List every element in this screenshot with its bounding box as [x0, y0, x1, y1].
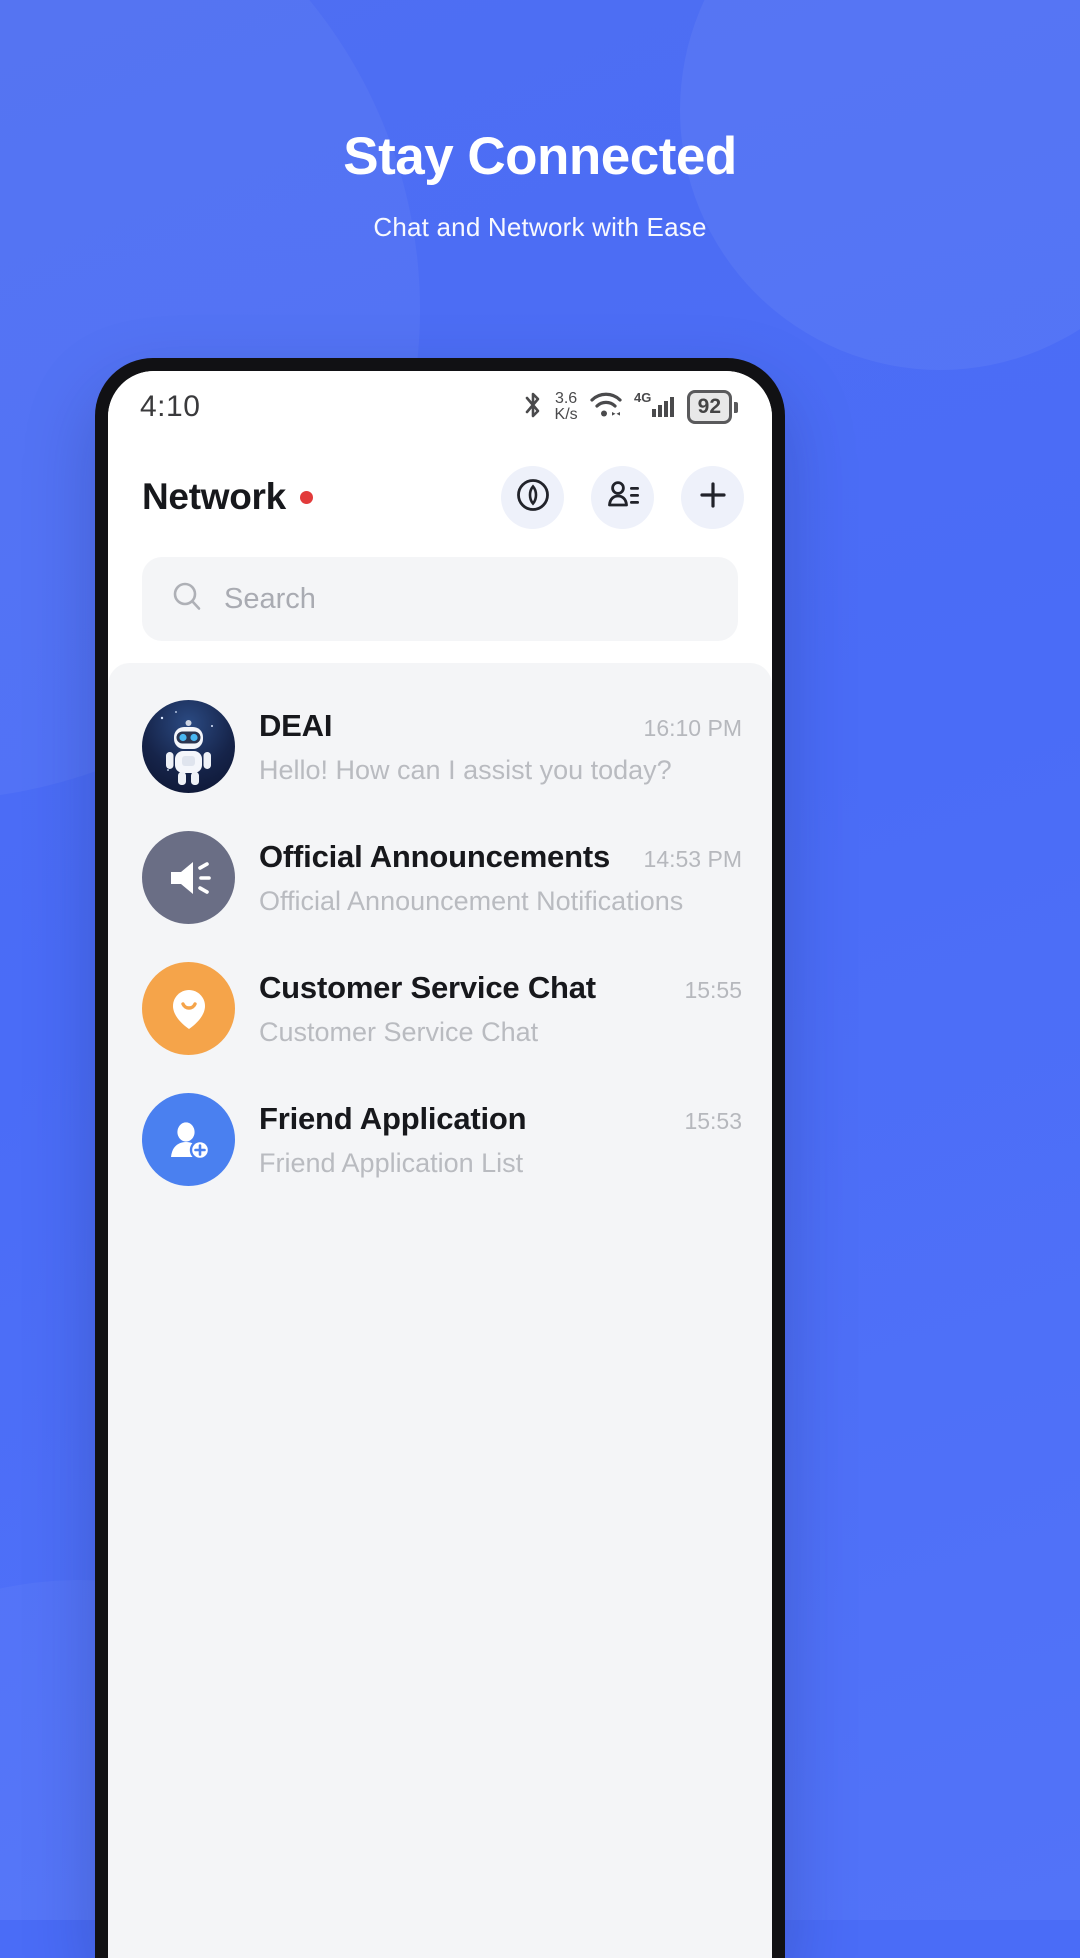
chat-list-item-friend-application[interactable]: Friend Application 15:53 Friend Applicat…: [108, 1074, 772, 1205]
page-title: Network: [142, 476, 286, 517]
chat-row-content: DEAI 16:10 PM Hello! How can I assist yo…: [259, 708, 742, 786]
status-bar: 4:10 3.6 K/s 4G 92: [108, 371, 772, 443]
chat-time: 15:53: [684, 1107, 742, 1134]
app-header: Network: [108, 443, 772, 551]
chat-list-item-official-announcements[interactable]: Official Announcements 14:53 PM Official…: [108, 812, 772, 943]
chat-preview: Official Announcement Notifications: [259, 885, 684, 916]
search-icon: [170, 580, 204, 619]
hero-section: Stay Connected Chat and Network with Eas…: [0, 127, 1080, 243]
plus-icon: [694, 476, 732, 519]
chat-name: DEAI: [259, 707, 333, 743]
hero-subtitle: Chat and Network with Ease: [373, 212, 707, 243]
phone-screen: 4:10 3.6 K/s 4G 92 Network Search DEAI 1…: [108, 371, 772, 1958]
svg-text:4G: 4G: [634, 390, 651, 405]
page-title-wrap: Network: [142, 476, 313, 518]
chat-time: 16:10 PM: [643, 714, 742, 741]
contacts-icon: [604, 476, 642, 519]
network-speed-value: 3.6: [554, 390, 578, 408]
discover-button[interactable]: [501, 465, 564, 529]
support-pin-icon: [142, 962, 235, 1055]
search-placeholder: Search: [224, 582, 316, 615]
phone-mockup: 4:10 3.6 K/s 4G 92 Network Search DEAI 1…: [95, 358, 785, 1958]
robot-avatar: [142, 700, 235, 793]
chat-row-content: Customer Service Chat 15:55 Customer Ser…: [259, 970, 742, 1048]
battery-cap: [734, 401, 738, 413]
battery-level: 92: [686, 389, 732, 425]
search-input[interactable]: Search: [142, 557, 738, 641]
chat-list-item-customer-service[interactable]: Customer Service Chat 15:55 Customer Ser…: [108, 943, 772, 1074]
chat-list: DEAI 16:10 PM Hello! How can I assist yo…: [108, 663, 772, 1958]
add-person-icon: [142, 1093, 235, 1186]
contacts-button[interactable]: [591, 465, 654, 529]
battery-indicator: 92: [686, 389, 738, 425]
add-button[interactable]: [681, 465, 744, 529]
chat-preview: Friend Application List: [259, 1147, 524, 1178]
discover-icon: [514, 476, 552, 519]
chat-time: 14:53 PM: [643, 845, 742, 872]
status-time: 4:10: [140, 390, 201, 423]
chat-time: 15:55: [684, 976, 742, 1003]
chat-row-top: Friend Application 15:53: [259, 1101, 742, 1137]
chat-row-top: Customer Service Chat 15:55: [259, 970, 742, 1006]
chat-row-top: Official Announcements 14:53 PM: [259, 839, 742, 875]
status-indicators: 3.6 K/s 4G 92: [522, 390, 738, 425]
wifi-icon: [589, 391, 623, 424]
chat-name: Customer Service Chat: [259, 969, 596, 1005]
bluetooth-icon: [522, 390, 544, 425]
chat-list-item-deai[interactable]: DEAI 16:10 PM Hello! How can I assist yo…: [108, 681, 772, 812]
megaphone-icon: [142, 831, 235, 924]
chat-preview: Customer Service Chat: [259, 1016, 539, 1047]
chat-name: Official Announcements: [259, 838, 610, 874]
chat-preview: Hello! How can I assist you today?: [259, 754, 672, 785]
signal-bars-icon: 4G: [634, 390, 676, 425]
chat-row-content: Official Announcements 14:53 PM Official…: [259, 839, 742, 917]
network-speed-indicator: 3.6 K/s: [555, 391, 578, 422]
header-actions: [501, 465, 744, 529]
hero-title: Stay Connected: [343, 127, 737, 186]
unread-dot-badge: [299, 490, 313, 504]
chat-row-top: DEAI 16:10 PM: [259, 708, 742, 744]
chat-name: Friend Application: [259, 1100, 527, 1136]
network-speed-unit: K/s: [554, 406, 578, 423]
chat-row-content: Friend Application 15:53 Friend Applicat…: [259, 1101, 742, 1179]
search-section: Search: [108, 551, 772, 663]
